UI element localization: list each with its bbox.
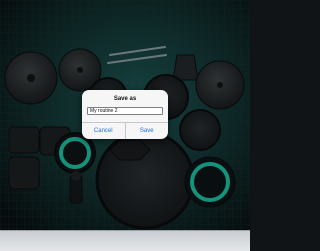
dialog-title: Save as	[113, 96, 137, 102]
cancel-button[interactable]: Cancel	[82, 123, 125, 139]
save-as-dialog: Save as Cancel Save	[82, 90, 168, 139]
bottom-toolbar	[0, 230, 250, 251]
save-button[interactable]: Save	[124, 123, 169, 139]
routine-name-input[interactable]	[87, 107, 163, 115]
dialog-button-bar: Cancel Save	[82, 122, 168, 139]
